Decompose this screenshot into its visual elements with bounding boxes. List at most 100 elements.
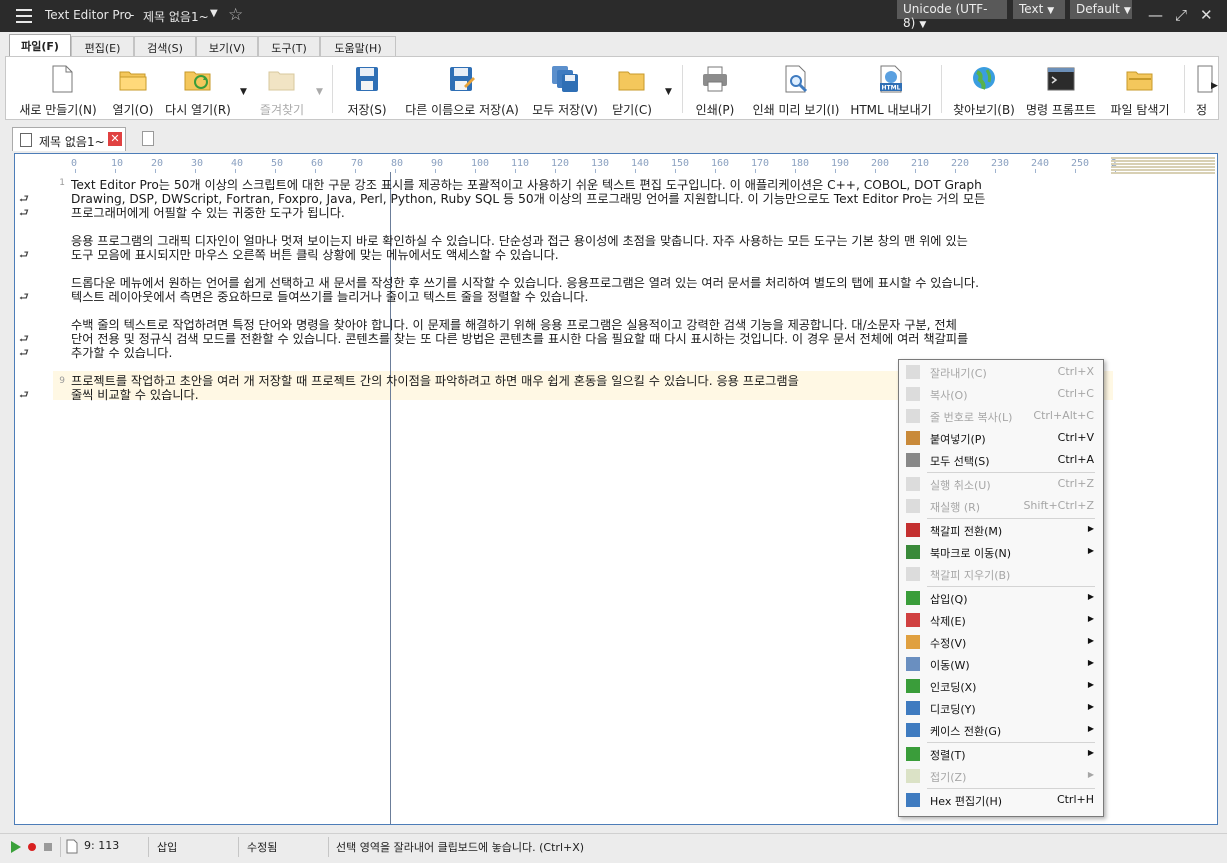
ribbon-scroll-right-icon[interactable]: ▶: [1211, 81, 1218, 91]
context-menu-item[interactable]: 붙여넣기(P) Ctrl+V: [900, 427, 1102, 449]
minimize-icon[interactable]: —: [1148, 6, 1163, 24]
overflow-button[interactable]: 정: [1188, 57, 1213, 119]
save-all-button[interactable]: 모두 저장(V): [529, 57, 601, 119]
ruler-tick: [835, 169, 836, 173]
context-menu-item[interactable]: 접기(Z) ▶: [900, 765, 1102, 787]
tab-tools[interactable]: 도구(T): [258, 36, 320, 57]
context-menu-item[interactable]: 줄 번호로 복사(L) Ctrl+Alt+C: [900, 405, 1102, 427]
delete-icon: [906, 613, 920, 627]
minimap[interactable]: [1111, 157, 1215, 179]
submenu-arrow-icon: ▶: [1087, 748, 1094, 757]
column-ruler: 0 10 20 30 40 50 60 70 80 90 100 110 120 130 140 150 160…: [71, 157, 1117, 173]
play-macro-icon[interactable]: [10, 840, 22, 854]
syntax-label: Text: [1019, 2, 1044, 16]
tab-help[interactable]: 도움말(H): [320, 36, 396, 57]
reopen-dropdown-caret[interactable]: ▼: [240, 87, 247, 97]
document-title[interactable]: 제목 없음1~: [143, 8, 209, 25]
context-menu-label: 붙여넣기(P): [930, 433, 986, 446]
text-line: 프로그래머에게 어필할 수 있는 귀중한 도구가 됩니다.: [71, 206, 345, 220]
context-menu-item[interactable]: 수정(V) ▶: [900, 631, 1102, 653]
context-menu-item[interactable]: 잘라내기(C) Ctrl+X: [900, 361, 1102, 383]
app-title: Text Editor Pro: [45, 8, 132, 22]
close-tab-icon[interactable]: ✕: [108, 132, 122, 146]
tab-file[interactable]: 파일(F): [9, 34, 71, 57]
save-as-button[interactable]: 다른 이름으로 저장(A): [398, 57, 526, 119]
save-button[interactable]: 저장(S): [342, 57, 392, 119]
context-menu-item[interactable]: 재실행 (R) Shift+Ctrl+Z: [900, 495, 1102, 517]
context-menu-item[interactable]: 이동(W) ▶: [900, 653, 1102, 675]
ruler-label: 190: [831, 158, 850, 169]
close-window-icon[interactable]: ✕: [1200, 6, 1213, 24]
ruler-label: 40: [231, 158, 244, 169]
context-menu-item[interactable]: 케이스 전환(G) ▶: [900, 719, 1102, 741]
title-separator: -: [130, 8, 135, 22]
caret-position-icon: [66, 839, 78, 854]
context-menu-item[interactable]: 복사(O) Ctrl+C: [900, 383, 1102, 405]
maximize-icon[interactable]: ⤢: [1175, 6, 1187, 24]
wrap-icon: ⮐: [19, 248, 29, 261]
scissors-icon: [906, 365, 920, 379]
close-button[interactable]: 닫기(C): [606, 57, 658, 119]
text-line: 줄씩 비교할 수 있습니다.: [71, 388, 199, 402]
chevron-down-icon[interactable]: ▼: [210, 8, 218, 19]
context-menu-label: 복사(O): [930, 389, 968, 402]
theme-dropdown[interactable]: Default ▼: [1070, 0, 1132, 19]
context-menu-item[interactable]: Hex 편집기(H) Ctrl+H: [900, 789, 1102, 811]
browse-button[interactable]: 찾아보기(B): [949, 57, 1019, 119]
favorites-button[interactable]: 즐겨찾기: [251, 57, 313, 119]
tab-search[interactable]: 검색(S): [134, 36, 196, 57]
context-menu-item[interactable]: 책갈피 지우기(B): [900, 563, 1102, 585]
context-menu-item[interactable]: 디코딩(Y) ▶: [900, 697, 1102, 719]
context-menu-item[interactable]: 삽입(Q) ▶: [900, 587, 1102, 609]
new-file-icon: [52, 65, 73, 93]
context-menu-item[interactable]: 북마크로 이동(N) ▶: [900, 541, 1102, 563]
ruler-tick: [555, 169, 556, 173]
new-tab-icon[interactable]: [142, 131, 154, 146]
encoding-dropdown[interactable]: Unicode (UTF-8) ▼: [897, 0, 1007, 30]
tab-edit[interactable]: 편집(E): [71, 36, 134, 57]
bookmark-goto-icon: [906, 545, 920, 559]
context-menu-item[interactable]: 실행 취소(U) Ctrl+Z: [900, 473, 1102, 495]
ruler-tick: [395, 169, 396, 173]
ruler-label: 0: [71, 158, 78, 169]
case-toggle-icon: [906, 723, 920, 737]
context-menu-item[interactable]: 삭제(E) ▶: [900, 609, 1102, 631]
print-button[interactable]: 인쇄(P): [689, 57, 741, 119]
reopen-button[interactable]: 다시 열기(R): [163, 57, 233, 119]
context-menu-item[interactable]: 책갈피 전환(M) ▶: [900, 519, 1102, 541]
close-folder-icon: [618, 71, 645, 91]
context-menu-item[interactable]: 모두 선택(S) Ctrl+A: [900, 449, 1102, 471]
command-prompt-button[interactable]: 명령 프롬프트: [1021, 57, 1101, 119]
record-macro-icon[interactable]: [27, 842, 37, 852]
tab-view[interactable]: 보기(V): [196, 36, 258, 57]
print-preview-button[interactable]: 인쇄 미리 보기(I): [746, 57, 846, 119]
ruler-tick: [955, 169, 956, 173]
ruler-label: 110: [511, 158, 530, 169]
ribbon-separator: [941, 65, 942, 113]
document-tab[interactable]: 제목 없음1~ ✕: [12, 127, 126, 151]
open-button[interactable]: 열기(O): [106, 57, 160, 119]
close-dropdown-caret[interactable]: ▼: [665, 87, 672, 97]
wrap-icon: ⮐: [19, 290, 29, 303]
star-icon[interactable]: ☆: [228, 5, 243, 25]
ruler-label: 170: [751, 158, 770, 169]
favorites-dropdown-caret[interactable]: ▼: [316, 87, 323, 97]
new-button[interactable]: 새로 만들기(N): [10, 57, 106, 119]
hamburger-menu-icon[interactable]: [16, 9, 32, 23]
hex-editor-icon: [906, 793, 920, 807]
file-explorer-button[interactable]: 파일 탐색기: [1103, 57, 1177, 119]
context-menu-item[interactable]: 정렬(T) ▶: [900, 743, 1102, 765]
print-button-label: 인쇄(P): [695, 103, 735, 117]
ruler-label: 30: [191, 158, 204, 169]
insert-mode[interactable]: 삽입: [157, 839, 177, 855]
stop-macro-icon[interactable]: [43, 842, 53, 852]
ruler-tick: [675, 169, 676, 173]
ruler-tick: [155, 169, 156, 173]
context-menu-label: 재실행 (R): [930, 501, 981, 514]
ruler-label: 250: [1071, 158, 1090, 169]
ruler-tick: [1035, 169, 1036, 173]
context-menu-item[interactable]: 인코딩(X) ▶: [900, 675, 1102, 697]
syntax-dropdown[interactable]: Text ▼: [1013, 0, 1065, 19]
overflow-button-label: 정: [1196, 103, 1208, 117]
html-export-button[interactable]: HTML HTML 내보내기: [846, 57, 936, 119]
